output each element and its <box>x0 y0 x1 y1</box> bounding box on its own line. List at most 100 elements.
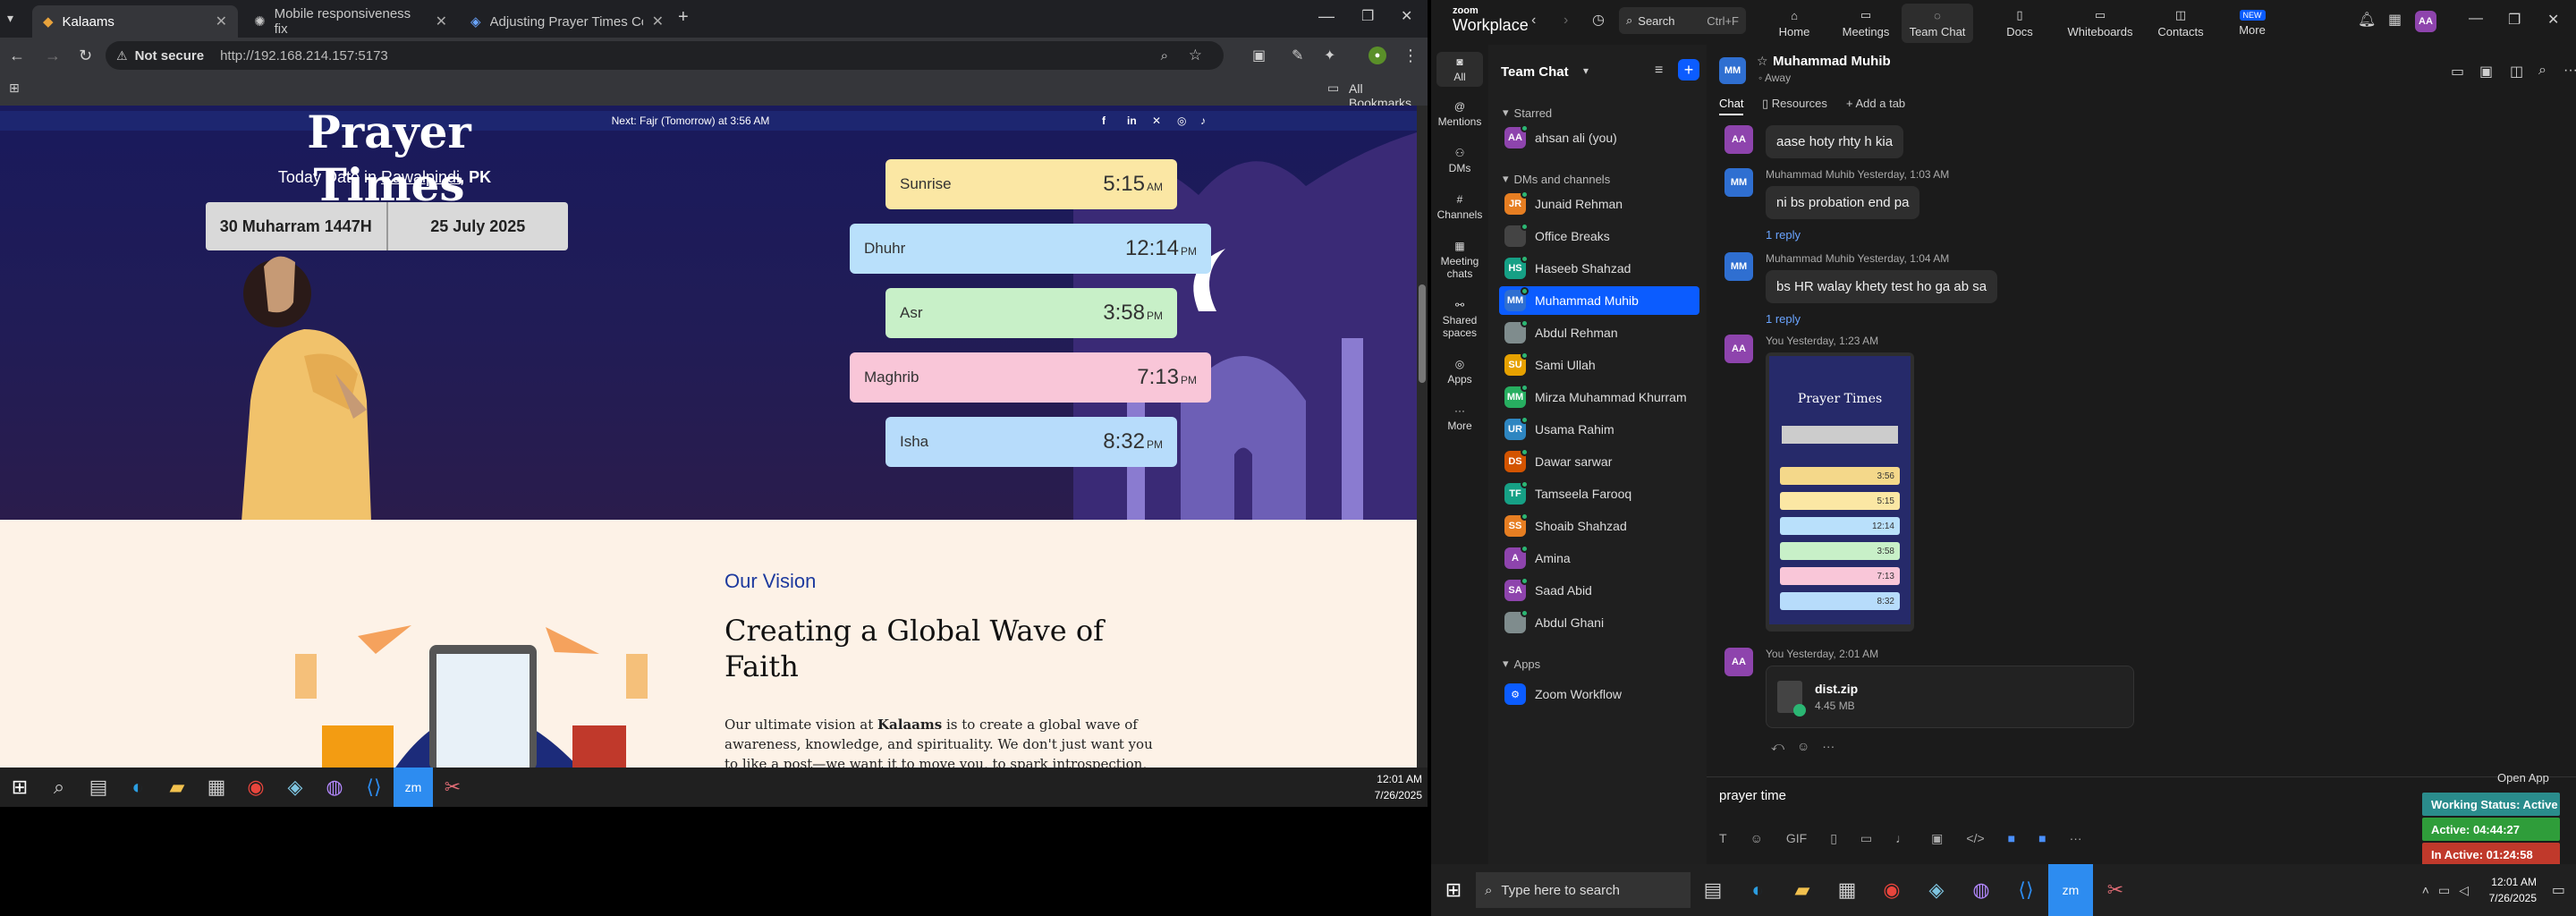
more-icon[interactable]: ··· <box>2563 63 2576 79</box>
maximize-icon[interactable]: ❐ <box>2508 11 2521 29</box>
contact-item[interactable]: MM Mirza Muhammad Khurram <box>1499 383 1699 411</box>
contact-item[interactable]: SA Saad Abid <box>1499 576 1699 605</box>
contact-item[interactable]: DS Dawar sarwar <box>1499 447 1699 476</box>
network-icon[interactable]: ▭ <box>2438 883 2450 898</box>
contact-item[interactable]: UR Usama Rahim <box>1499 415 1699 444</box>
sidebar-meeting-chats[interactable]: ▦ Meeting chats <box>1436 240 1483 280</box>
nav-meetings[interactable]: ▭ Meetings <box>1830 4 1902 43</box>
snipping-icon[interactable]: ✂ <box>433 768 472 807</box>
screenshot-icon[interactable]: ▭ <box>1860 831 1872 846</box>
url-text[interactable]: http://192.168.214.157:5173 <box>220 48 388 64</box>
more-icon[interactable]: ··· <box>2070 831 2082 846</box>
maximize-icon[interactable]: ❐ <box>1361 7 1374 25</box>
sidebar-more[interactable]: ··· More <box>1436 404 1483 432</box>
puzzle-icon[interactable]: ✦ <box>1324 47 1335 64</box>
tab-adjusting[interactable]: ◈ Adjusting Prayer Times Contain ✕ <box>460 5 674 38</box>
section-dms-channels[interactable]: ▾ DMs and channels <box>1503 172 1610 186</box>
star-icon[interactable]: ☆ <box>1757 54 1768 69</box>
chrome-icon[interactable]: ◉ <box>1869 864 1914 916</box>
address-bar[interactable]: ⚠ Not secure http://192.168.214.157:5173… <box>106 41 1224 70</box>
tab-kalaams[interactable]: ◆ Kalaams ✕ <box>32 5 238 38</box>
nav-docs[interactable]: ▯ Docs <box>1984 4 2055 43</box>
sidebar-mentions[interactable]: @ Mentions <box>1436 100 1483 128</box>
contact-item[interactable]: TF Tamseela Farooq <box>1499 479 1699 508</box>
history-icon[interactable]: ◷ <box>1592 11 1605 29</box>
forward-icon[interactable]: → <box>45 47 61 65</box>
app-icon[interactable]: ■ <box>2008 831 2015 846</box>
zoom-icon[interactable]: ⌕ <box>1161 48 1168 64</box>
store-icon[interactable]: ▦ <box>197 768 236 807</box>
back-icon[interactable]: ← <box>9 47 25 65</box>
nav-team-chat[interactable]: ◌ Team Chat <box>1902 4 1973 43</box>
star-icon[interactable]: ☆ <box>1189 47 1202 64</box>
video-icon[interactable]: ▣ <box>1931 831 1943 846</box>
reply-icon[interactable]: ⤺ <box>1771 739 1784 754</box>
windows-start-icon[interactable]: ⊞ <box>1431 864 1476 916</box>
reply-link[interactable]: 1 reply <box>1766 228 1949 242</box>
facebook-icon[interactable]: f <box>1102 114 1106 127</box>
nav-home[interactable]: ⌂ Home <box>1758 4 1830 43</box>
sidebar-apps[interactable]: ◎ Apps <box>1436 358 1483 386</box>
menu-icon[interactable]: ⋮ <box>1402 47 1419 65</box>
forward-icon[interactable]: › <box>1563 13 1568 29</box>
nav-contacts[interactable]: ◫ Contacts <box>2145 4 2216 43</box>
notification-icon[interactable]: ▭ <box>2552 881 2565 899</box>
contact-item[interactable]: MM Muhammad Muhib <box>1499 286 1699 315</box>
tiktok-icon[interactable]: ♪ <box>1200 114 1206 127</box>
sidebar-channels[interactable]: # Channels <box>1436 193 1483 221</box>
screen-share-icon[interactable]: ▣ <box>2479 63 2493 81</box>
compose-button[interactable]: + <box>1678 59 1699 81</box>
file-explorer-icon[interactable]: ▰ <box>1780 864 1825 916</box>
taskbar-search[interactable]: ⌕ Type here to search <box>1476 872 1690 908</box>
search-icon[interactable]: ⌕ <box>2538 63 2546 79</box>
app2-icon[interactable]: ■ <box>2038 831 2046 846</box>
contact-item[interactable]: Abdul Ghani <box>1499 608 1699 637</box>
task-view-icon[interactable]: ▤ <box>79 768 118 807</box>
tab-resources[interactable]: ▯ Resources <box>1762 97 1827 111</box>
edge-icon[interactable]: ◐ <box>1735 864 1780 916</box>
gif-icon[interactable]: GIF <box>1786 831 1807 846</box>
chat-name[interactable]: Muhammad Muhib <box>1773 54 1891 69</box>
contact-item[interactable]: Office Breaks <box>1499 222 1699 250</box>
file-icon[interactable]: ▯ <box>1830 831 1837 846</box>
snipping-icon[interactable]: ✂ <box>2093 864 2138 916</box>
linkedin-icon[interactable]: in <box>1127 114 1137 127</box>
edge-icon[interactable]: ◐ <box>118 768 157 807</box>
close-icon[interactable]: ✕ <box>2547 11 2559 29</box>
message-text[interactable]: aase hoty rhty h kia <box>1766 125 1904 158</box>
chevron-down-icon[interactable]: ▾ <box>1583 64 1589 77</box>
city-link[interactable]: Rawalpindi <box>381 168 460 186</box>
nav-more[interactable]: NEW More <box>2216 4 2288 43</box>
mic-icon[interactable]: ♩ <box>1895 831 1908 846</box>
nav-whiteboards[interactable]: ▭ Whiteboards <box>2064 4 2136 43</box>
scroll-thumb[interactable] <box>1419 284 1426 383</box>
zoom-taskbar-icon[interactable]: zm <box>2048 864 2093 916</box>
close-icon[interactable]: ✕ <box>436 13 447 30</box>
sidebar-shared-spaces[interactable]: ⚯ Shared spaces <box>1436 299 1483 339</box>
code-icon[interactable]: </> <box>1966 831 1984 846</box>
tab-menu-icon[interactable]: ▾ <box>7 11 13 26</box>
contact-item[interactable]: HS Haseeb Shahzad <box>1499 254 1699 283</box>
app-zoom-workflow[interactable]: ⚙ Zoom Workflow <box>1499 680 1699 708</box>
close-window-icon[interactable]: ✕ <box>1401 7 1412 25</box>
message-input[interactable]: prayer time <box>1719 788 1786 803</box>
pen-icon[interactable]: ✎ <box>1292 47 1303 64</box>
extensions-icon[interactable]: ▣ <box>1252 47 1266 64</box>
tab-add[interactable]: + Add a tab <box>1846 97 1905 110</box>
volume-icon[interactable]: ◁ <box>2459 883 2469 898</box>
contact-item[interactable]: SS Shoaib Shahzad <box>1499 512 1699 540</box>
chevron-up-icon[interactable]: ˄ <box>2422 883 2429 898</box>
tab-chat[interactable]: Chat <box>1719 97 1744 115</box>
profile-avatar[interactable]: ● <box>1368 47 1386 64</box>
windows-start-icon[interactable]: ⊞ <box>0 768 39 807</box>
pane-icon[interactable]: ◫ <box>2510 63 2523 81</box>
minimize-icon[interactable]: — <box>2469 11 2483 27</box>
emoji-icon[interactable]: ☺ <box>1797 739 1809 754</box>
contact-item[interactable]: Abdul Rehman <box>1499 318 1699 347</box>
user-avatar[interactable]: AA <box>2415 11 2436 32</box>
reply-link[interactable]: 1 reply <box>1766 312 1997 326</box>
contact-item[interactable]: SU Sami Ullah <box>1499 351 1699 379</box>
file-explorer-icon[interactable]: ▰ <box>157 768 197 807</box>
zoom-search[interactable]: ⌕ Search Ctrl+F <box>1619 7 1746 34</box>
screenshot-thumbnail[interactable]: Prayer Times 3:56 5:15 12:14 3:58 7:13 8:32 <box>1766 352 1914 632</box>
